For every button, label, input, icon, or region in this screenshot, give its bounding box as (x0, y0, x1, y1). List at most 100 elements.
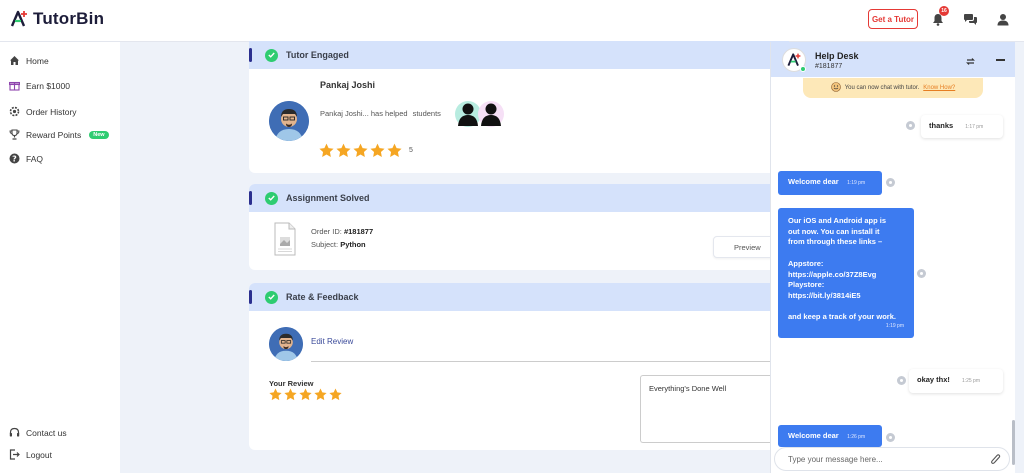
message-time: 1:19 pm (885, 323, 904, 330)
chat-order-id: #181877 (815, 63, 843, 70)
question-icon: ? (9, 153, 20, 164)
online-status-dot (800, 66, 806, 72)
review-textarea[interactable]: Everything's Done Well (640, 375, 789, 443)
star-icon (269, 388, 282, 401)
sidebar-item-earn[interactable]: Earn $1000 (9, 80, 70, 91)
card-title: Tutor Engaged (286, 50, 349, 60)
message-time: 1:25 pm (961, 378, 981, 384)
get-tutor-button[interactable]: Get a Tutor (868, 9, 918, 29)
svg-text:?: ? (12, 154, 17, 163)
order-id-line: Order ID: #181877 (311, 227, 373, 236)
tutor-engaged-card: Tutor Engaged Pankaj Joshi Pankaj Joshi.… (249, 41, 789, 173)
tutor-name: Pankaj Joshi (320, 80, 376, 90)
card-title: Assignment Solved (286, 193, 370, 203)
card-header: Rate & Feedback (249, 283, 789, 311)
message-options-icon[interactable] (886, 433, 895, 442)
sidebar-item-home[interactable]: Home (9, 55, 49, 66)
star-icon (319, 143, 334, 157)
star-icon (370, 143, 385, 157)
chat-message-input[interactable]: Type your message here... (774, 447, 1010, 471)
message-options-icon[interactable] (886, 178, 895, 187)
minimize-icon[interactable] (996, 59, 1005, 61)
message-time: 1:17 pm (965, 124, 984, 130)
student-avatars (455, 97, 511, 136)
chat-message-user: okay thx! 1:25 pm (909, 369, 1003, 393)
message-options-icon[interactable] (917, 269, 926, 278)
tutor-rating-stars (319, 143, 402, 158)
sidebar-item-label: FAQ (26, 153, 44, 164)
check-icon (265, 191, 278, 205)
message-line: Appstore: (788, 258, 824, 268)
chat-header: Help Desk #181877 (771, 42, 1015, 77)
subject-label: Subject: (311, 240, 339, 249)
message-time: 1:19 pm (847, 180, 866, 186)
students-label: students (412, 109, 441, 118)
chat-message-support: Welcome dear 1:26 pm (778, 425, 882, 447)
assignment-solved-card: Assignment Solved Order ID: #181877 Subj… (249, 184, 789, 270)
order-id-label: Order ID: (311, 227, 342, 236)
message-line: Our iOS and Android app is (788, 216, 887, 225)
sidebar-item-label: Logout (26, 449, 52, 460)
helped-text: Pankaj Joshi... has helped (320, 109, 408, 118)
rate-feedback-card: Rate & Feedback Edit Review Your Review … (249, 283, 789, 450)
check-icon (265, 48, 278, 62)
logo-icon (10, 10, 27, 27)
notice-text: You can now chat with tutor. (844, 85, 920, 91)
star-icon (284, 388, 297, 401)
tutor-avatar (269, 327, 303, 361)
sidebar: Home Earn $1000 Order History Reward Poi… (0, 42, 120, 473)
sidebar-item-label: Earn $1000 (26, 80, 70, 91)
tutor-avatar (269, 101, 309, 141)
know-how-link[interactable]: Know How? (923, 85, 955, 91)
chat-bubbles-icon[interactable] (962, 11, 978, 27)
your-review-label: Your Review (269, 379, 314, 388)
sidebar-item-reward-points[interactable]: Reward Points New (9, 129, 109, 140)
subject-line: Subject: Python (311, 240, 366, 249)
sidebar-item-order-history[interactable]: Order History (9, 106, 77, 117)
chat-title: Help Desk (815, 51, 859, 61)
message-text: thanks (929, 121, 954, 130)
message-line: and keep a track of your work. (788, 312, 896, 322)
message-text: Welcome dear (788, 177, 839, 186)
helped-students-line: Pankaj Joshi... has helped students (320, 109, 441, 118)
message-options-icon[interactable] (906, 121, 915, 130)
gear-icon (9, 106, 20, 117)
home-icon (9, 55, 20, 66)
sidebar-item-label: Home (26, 55, 49, 66)
headset-icon (9, 427, 20, 438)
brand-logo[interactable]: TutorBin (9, 9, 104, 29)
message-line: out now. You can install it (788, 226, 880, 236)
chat-message-user: thanks 1:17 pm (921, 115, 1003, 138)
check-icon (265, 290, 278, 304)
document-icon (274, 222, 296, 261)
rating-value: 5 (409, 147, 413, 154)
subject-value: Python (340, 240, 366, 249)
sidebar-item-label: Reward Points (26, 129, 82, 140)
message-time: 1:26 pm (847, 434, 866, 440)
logout-icon (9, 449, 20, 460)
sidebar-item-label: Order History (26, 106, 77, 117)
chat-notice-banner: You can now chat with tutor. Know How? (803, 78, 983, 98)
card-header: Tutor Engaged (249, 41, 789, 69)
star-icon (299, 388, 312, 401)
playstore-link[interactable]: https://bit.ly/3814iE5 (788, 291, 904, 302)
review-rating-stars[interactable] (269, 388, 342, 401)
star-icon (329, 388, 342, 401)
new-badge: New (89, 130, 109, 139)
brand-name: TutorBin (33, 9, 105, 28)
sidebar-item-faq[interactable]: ? FAQ (9, 153, 43, 164)
smiley-icon (830, 82, 841, 94)
sidebar-item-label: Contact us (26, 427, 67, 438)
star-icon (314, 388, 327, 401)
user-profile-icon[interactable] (995, 11, 1011, 27)
paperclip-icon[interactable] (990, 453, 1001, 471)
appstore-link[interactable]: https://apple.co/37Z8Evg (788, 270, 904, 281)
refresh-icon[interactable] (965, 54, 976, 72)
sidebar-item-logout[interactable]: Logout (9, 449, 52, 460)
sidebar-item-contact-us[interactable]: Contact us (9, 427, 67, 438)
chat-scrollbar[interactable] (1012, 420, 1015, 465)
edit-review-link[interactable]: Edit Review (311, 337, 353, 346)
message-options-icon[interactable] (897, 376, 906, 385)
